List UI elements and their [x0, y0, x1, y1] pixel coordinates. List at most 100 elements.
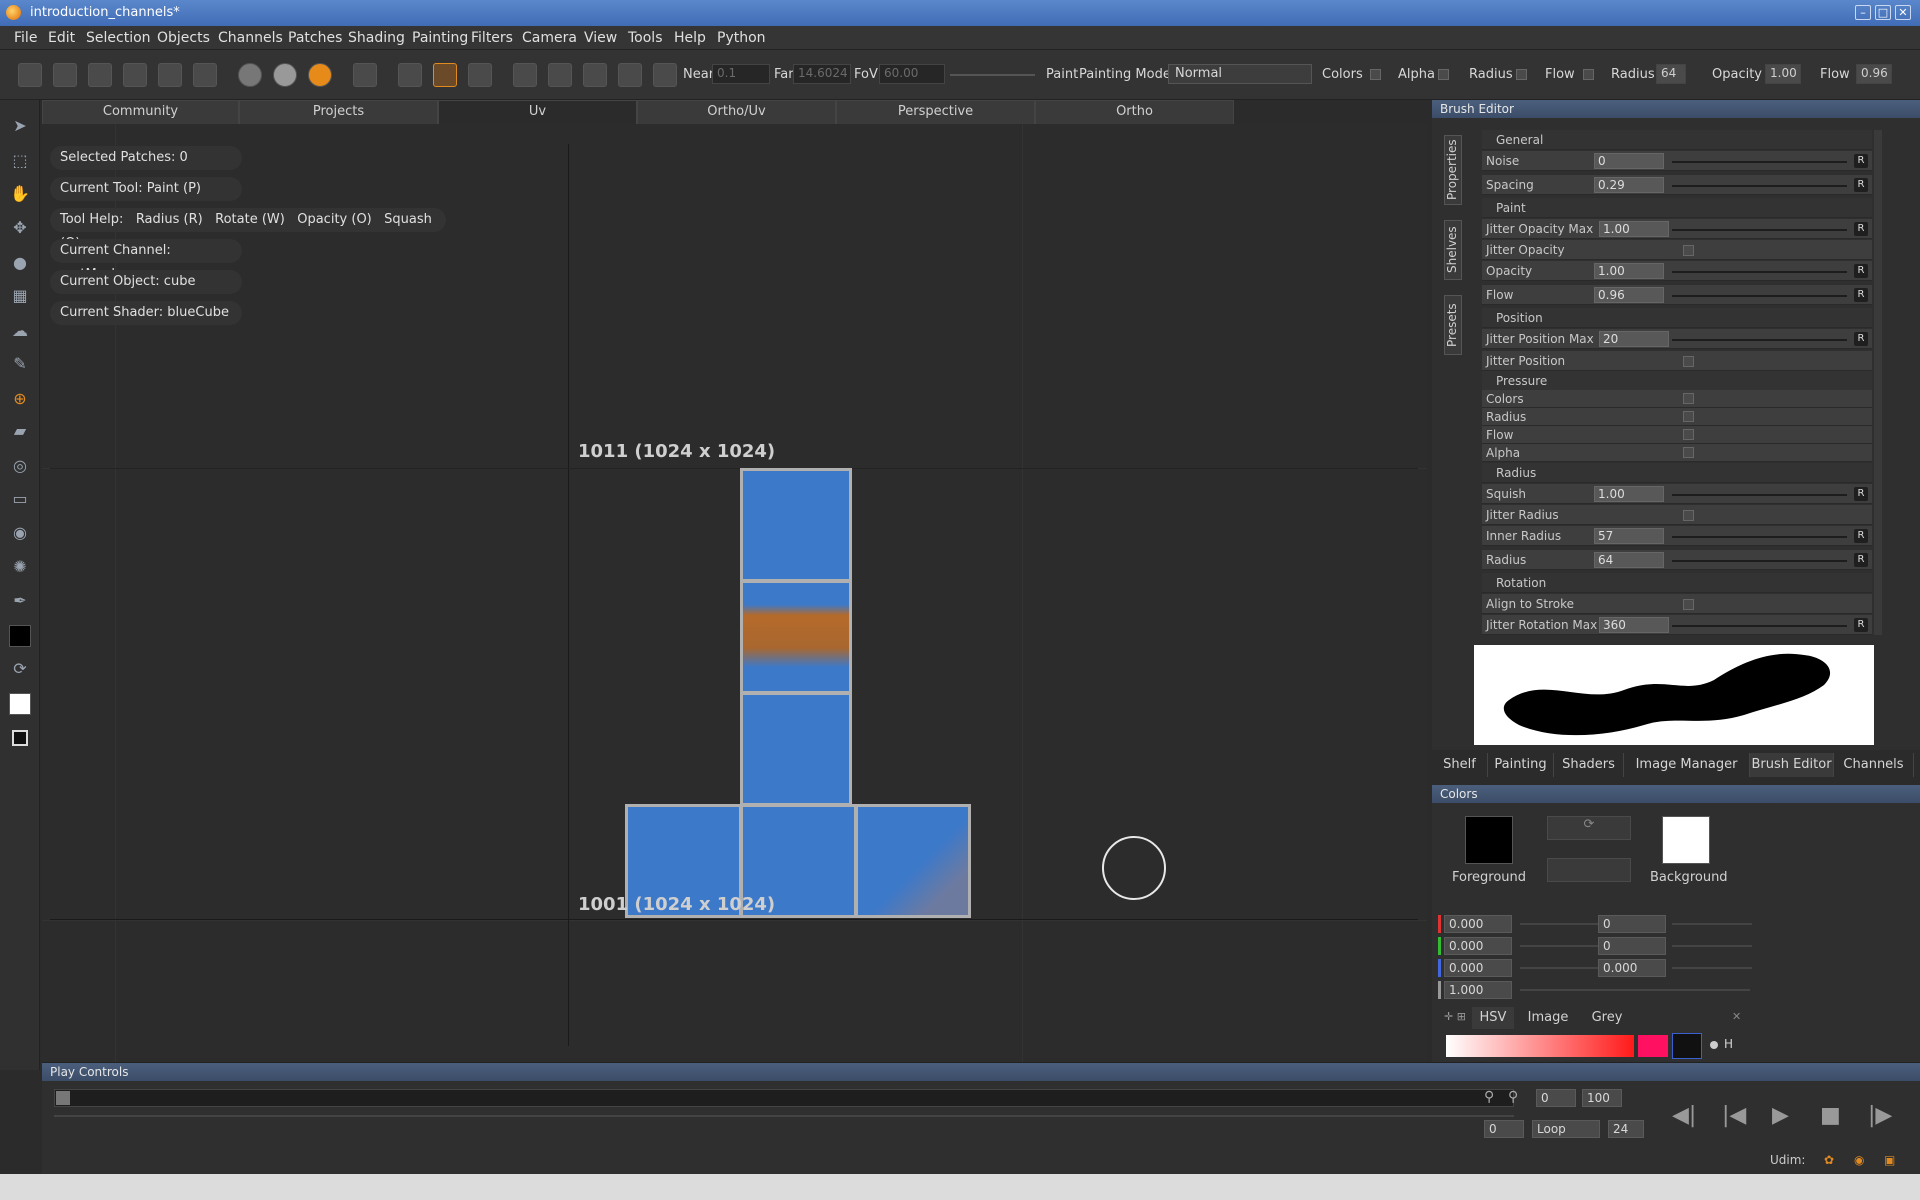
tab-channels[interactable]: Channels	[1834, 753, 1914, 777]
full-shading-icon[interactable]	[308, 63, 332, 87]
pin-tool-icon[interactable]: ✎	[9, 353, 31, 375]
squish-reset-button[interactable]: R	[1854, 487, 1868, 501]
opacity-field[interactable]: 1.00	[1765, 64, 1801, 84]
tab-ortho[interactable]: Ortho	[1035, 100, 1234, 124]
red-slider[interactable]	[1520, 923, 1600, 925]
default-colors-button[interactable]	[1547, 858, 1631, 882]
smooth-shading-icon[interactable]	[273, 63, 297, 87]
section-radius[interactable]: Radius	[1482, 463, 1872, 483]
jitter-opacity-checkbox[interactable]	[1683, 245, 1694, 256]
move-tool-icon[interactable]: ✥	[9, 217, 31, 239]
tab-uv[interactable]: Uv	[438, 100, 637, 124]
hue-slider[interactable]	[1672, 923, 1752, 925]
camera-icon-4[interactable]	[618, 63, 642, 87]
tab-community[interactable]: Community	[42, 100, 239, 124]
close-button[interactable]: ✕	[1895, 5, 1911, 20]
flow-field[interactable]: 0.96	[1594, 287, 1664, 303]
spacing-reset-button[interactable]: R	[1854, 178, 1868, 192]
save-as-icon[interactable]	[123, 63, 147, 87]
background-swatch[interactable]	[9, 693, 31, 715]
fov-slider[interactable]	[950, 74, 1035, 76]
opacity-field[interactable]: 1.00	[1594, 263, 1664, 279]
uv-viewport[interactable]: Selected Patches: 0 Current Tool: Paint …	[42, 124, 1427, 1064]
menu-python[interactable]: Python	[717, 30, 766, 46]
section-paint[interactable]: Paint	[1482, 198, 1872, 218]
flow-reset-button[interactable]: R	[1854, 288, 1868, 302]
stop-icon[interactable]: ■	[1820, 1103, 1841, 1128]
jitter-rotation-max-slider[interactable]	[1672, 625, 1847, 627]
menu-channels[interactable]: Channels	[218, 30, 283, 46]
drop-tool-icon[interactable]: ●	[9, 252, 31, 274]
pressure-colors-row-checkbox[interactable]	[1683, 393, 1694, 404]
undo-icon[interactable]	[158, 63, 182, 87]
select-mode-icon[interactable]	[398, 63, 422, 87]
mode-tab-grey[interactable]: Grey	[1582, 1007, 1632, 1029]
side-tab-shelves[interactable]: Shelves	[1444, 220, 1462, 280]
camera-icon-3[interactable]	[583, 63, 607, 87]
tab-painting[interactable]: Painting	[1488, 753, 1554, 777]
hue-picker[interactable]	[1672, 1033, 1702, 1059]
foreground-swatch[interactable]	[9, 625, 31, 647]
select-tool-icon[interactable]: ➤	[9, 115, 31, 137]
noise-reset-button[interactable]: R	[1854, 154, 1868, 168]
save-icon[interactable]	[88, 63, 112, 87]
flow-field[interactable]: 0.96	[1856, 64, 1892, 84]
jitter-opacity-max-slider[interactable]	[1672, 229, 1847, 231]
foreground-color-swatch[interactable]	[1465, 816, 1513, 864]
hue-field[interactable]: 0	[1598, 915, 1666, 933]
blur-tool-icon[interactable]: ◉	[9, 522, 31, 544]
camera-icon-1[interactable]	[513, 63, 537, 87]
pressure-radius-row-checkbox[interactable]	[1683, 411, 1694, 422]
smudge-tool-icon[interactable]: ☁	[9, 320, 31, 342]
close-mode-icon[interactable]: ✕	[1732, 1010, 1741, 1023]
alpha-slider[interactable]	[1520, 989, 1750, 991]
range-track[interactable]	[54, 1115, 1514, 1117]
menu-shading[interactable]: Shading	[348, 30, 405, 46]
section-general[interactable]: General	[1482, 130, 1872, 150]
jitter-opacity-max-reset-button[interactable]: R	[1854, 222, 1868, 236]
squish-field[interactable]: 1.00	[1594, 486, 1664, 502]
pressure-radius-checkbox[interactable]	[1516, 69, 1527, 80]
section-position[interactable]: Position	[1482, 308, 1872, 328]
color-tool-icons[interactable]: ✛ ⊞	[1444, 1010, 1466, 1023]
blue-field[interactable]: 0.000	[1444, 959, 1512, 977]
jitter-position-max-field[interactable]: 20	[1599, 331, 1669, 347]
swap-colors-icon[interactable]: ⟳	[9, 658, 31, 680]
painting-mode-select[interactable]: Normal	[1168, 64, 1312, 84]
close-file-icon[interactable]	[53, 63, 77, 87]
fps-field[interactable]: 24	[1608, 1120, 1644, 1138]
menu-filters[interactable]: Filters	[471, 30, 513, 46]
saturation-gradient[interactable]	[1446, 1035, 1634, 1057]
fov-field[interactable]: 60.00	[879, 64, 945, 84]
paint-mode-icon[interactable]	[433, 63, 457, 87]
play-icon[interactable]: ▶	[1772, 1103, 1789, 1128]
wireframe-icon[interactable]	[353, 63, 377, 87]
jitter-position-checkbox[interactable]	[1683, 356, 1694, 367]
grid-tool-icon[interactable]: ▦	[9, 285, 31, 307]
swap-colors-button[interactable]: ⟳	[1547, 816, 1631, 840]
jitter-opacity-max-field[interactable]: 1.00	[1599, 221, 1669, 237]
new-file-icon[interactable]	[18, 63, 42, 87]
delete-key-icon[interactable]: ⚲	[1508, 1089, 1518, 1105]
squish-slider[interactable]	[1672, 494, 1847, 496]
alpha-field[interactable]: 1.000	[1444, 981, 1512, 999]
udim-page-icon[interactable]: ▣	[1884, 1153, 1895, 1167]
side-tab-properties[interactable]: Properties	[1444, 135, 1462, 205]
camera-icon-2[interactable]	[548, 63, 572, 87]
redo-icon[interactable]	[193, 63, 217, 87]
inner-radius-field[interactable]: 57	[1594, 528, 1664, 544]
spacing-field[interactable]: 0.29	[1594, 177, 1664, 193]
current-frame-field[interactable]: 0	[1484, 1120, 1524, 1138]
opacity-reset-button[interactable]: R	[1854, 264, 1868, 278]
noise-slider[interactable]	[1672, 161, 1847, 163]
first-frame-icon[interactable]: ◀|	[1672, 1103, 1696, 1128]
menu-selection[interactable]: Selection	[86, 30, 151, 46]
menu-edit[interactable]: Edit	[48, 30, 75, 46]
tab-shelf[interactable]: Shelf	[1432, 753, 1488, 777]
jitter-radius-checkbox[interactable]	[1683, 510, 1694, 521]
brush-editor-scrollbar[interactable]	[1874, 130, 1882, 635]
radius-slider[interactable]	[1672, 560, 1847, 562]
blue-slider[interactable]	[1520, 967, 1600, 969]
menu-help[interactable]: Help	[674, 30, 706, 46]
udim-icon[interactable]: ✿	[1824, 1153, 1834, 1167]
